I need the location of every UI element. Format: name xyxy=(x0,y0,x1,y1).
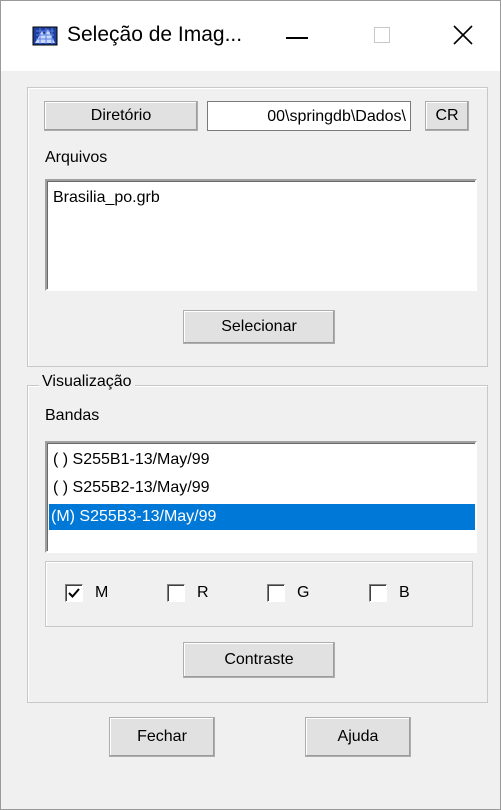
bands-label: Bandas xyxy=(45,407,100,424)
minimize-button[interactable] xyxy=(273,13,319,57)
checkbox-box[interactable] xyxy=(369,584,387,602)
maximize-button[interactable] xyxy=(359,13,405,57)
close-icon xyxy=(453,25,473,45)
help-button[interactable]: Ajuda xyxy=(305,717,411,757)
maximize-icon xyxy=(374,27,390,43)
close-button[interactable]: Fechar xyxy=(109,717,215,757)
bands-listbox[interactable]: ( ) S255B1-13/May/99 ( ) S255B2-13/May/9… xyxy=(45,441,477,553)
checkbox-box[interactable] xyxy=(167,584,185,602)
list-item-selected[interactable]: (M) S255B3-13/May/99 xyxy=(49,504,475,530)
files-listbox[interactable]: Brasilia_po.grb xyxy=(45,179,477,291)
cr-button[interactable]: CR xyxy=(425,101,469,131)
image-grid-icon xyxy=(32,25,58,47)
window-title: Seleção de Imag... xyxy=(67,23,243,46)
image-selection-window: Seleção de Imag... Diretório 00\springdb… xyxy=(0,0,501,810)
minimize-icon xyxy=(286,37,308,39)
checkbox-box[interactable] xyxy=(65,584,83,602)
channel-g-label: G xyxy=(297,584,310,601)
visualization-group-title: Visualização xyxy=(39,373,135,391)
channel-m-label: M xyxy=(95,584,109,601)
list-item[interactable]: ( ) S255B2-13/May/99 xyxy=(51,475,210,501)
list-item[interactable]: Brasilia_po.grb xyxy=(51,185,160,211)
list-item[interactable]: ( ) S255B1-13/May/99 xyxy=(51,447,210,473)
select-button[interactable]: Selecionar xyxy=(183,310,335,344)
directory-button[interactable]: Diretório xyxy=(44,101,198,131)
files-label: Arquivos xyxy=(45,149,108,166)
directory-path-field[interactable]: 00\springdb\Dados\ xyxy=(207,101,411,131)
contrast-button[interactable]: Contraste xyxy=(183,642,335,678)
close-window-button[interactable] xyxy=(441,13,487,57)
channel-r-label: R xyxy=(197,584,209,601)
checkmark-icon xyxy=(68,588,80,598)
channel-b-label: B xyxy=(399,584,410,601)
checkbox-box[interactable] xyxy=(267,584,285,602)
title-bar[interactable]: Seleção de Imag... xyxy=(1,1,500,71)
